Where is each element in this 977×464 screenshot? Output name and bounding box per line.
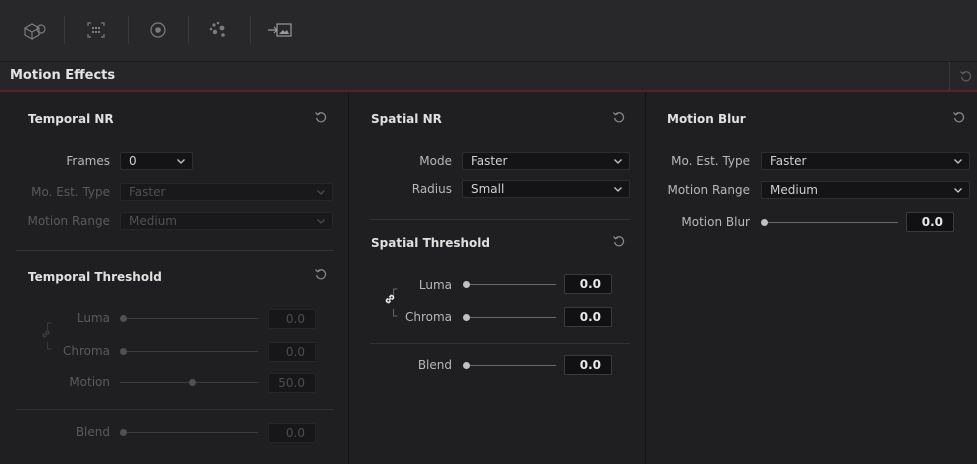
radius-value: Small [471, 182, 505, 196]
chevron-down-icon [614, 187, 622, 192]
frames-dropdown[interactable]: 0 [120, 152, 193, 170]
chevron-down-icon [317, 219, 325, 224]
temporal-motion-range-dropdown[interactable]: Medium [120, 212, 333, 230]
toolbar-separator [250, 16, 251, 44]
motion-blur-reset-icon[interactable] [952, 110, 966, 124]
temporal-blend-value[interactable]: 0.0 [268, 423, 316, 443]
temporal-threshold-reset-icon[interactable] [314, 267, 328, 281]
temporal-threshold-title: Temporal Threshold [28, 270, 162, 284]
spatial-luma-label: Luma [418, 278, 452, 292]
column-divider [645, 92, 646, 464]
temporal-luma-label: Luma [76, 311, 110, 325]
section-header: Motion Effects [0, 62, 977, 92]
mode-label: Mode [419, 154, 452, 168]
spatial-nr-reset-icon[interactable] [612, 110, 626, 124]
motion-blur-slider[interactable] [768, 222, 898, 223]
temporal-chroma-label: Chroma [62, 344, 110, 358]
radius-dropdown[interactable]: Small [462, 180, 630, 198]
radius-label: Radius [411, 182, 452, 196]
chevron-down-icon [317, 190, 325, 195]
spatial-luma-handle[interactable] [463, 281, 470, 288]
reset-icon[interactable] [959, 69, 973, 83]
spatial-blend-handle[interactable] [463, 362, 470, 369]
toolbar-separator [64, 16, 65, 44]
spatial-blend-value[interactable]: 0.0 [564, 355, 612, 375]
temporal-luma-slider[interactable] [127, 318, 258, 319]
temporal-motion-value[interactable]: 50.0 [268, 373, 316, 393]
temporal-mo-est-value: Faster [129, 185, 166, 199]
section-title: Motion Effects [10, 68, 116, 83]
temporal-luma-value[interactable]: 0.0 [268, 309, 316, 329]
frames-value: 0 [129, 154, 137, 168]
header-separator [949, 62, 950, 90]
motion-blur-mo-est-value: Faster [770, 154, 807, 168]
spatial-chroma-label: Chroma [404, 310, 452, 324]
temporal-nr-title: Temporal NR [28, 112, 114, 126]
mode-value: Faster [471, 154, 508, 168]
spatial-chroma-slider[interactable] [470, 317, 556, 318]
3d-motion-icon[interactable] [20, 18, 48, 42]
motion-blur-title: Motion Blur [667, 112, 746, 126]
spatial-blend-label: Blend [417, 358, 452, 372]
temporal-chroma-value[interactable]: 0.0 [268, 342, 316, 362]
divider [16, 250, 334, 251]
temporal-motion-range-value: Medium [129, 214, 177, 228]
spatial-luma-value[interactable]: 0.0 [564, 274, 612, 294]
divider [16, 409, 334, 410]
dots-cluster-icon[interactable] [204, 18, 232, 42]
motion-blur-mo-est-label: Mo. Est. Type [671, 154, 750, 168]
temporal-nr-reset-icon[interactable] [314, 110, 328, 124]
mode-dropdown[interactable]: Faster [462, 152, 630, 170]
temporal-luma-handle[interactable] [120, 315, 127, 322]
spatial-luma-slider[interactable] [470, 284, 556, 285]
motion-blur-handle[interactable] [761, 219, 768, 226]
spatial-blend-slider[interactable] [470, 365, 556, 366]
motion-blur-range-label: Motion Range [667, 183, 750, 197]
temporal-chroma-handle[interactable] [120, 348, 127, 355]
temporal-blend-label: Blend [75, 425, 110, 439]
temporal-mo-est-label: Mo. Est. Type [31, 185, 110, 199]
divider [370, 343, 630, 344]
spatial-threshold-title: Spatial Threshold [371, 236, 490, 250]
link-icon[interactable] [383, 292, 397, 306]
image-export-icon[interactable] [266, 18, 294, 42]
motion-blur-range-value: Medium [770, 183, 818, 197]
temporal-motion-label: Motion [69, 375, 110, 389]
spatial-nr-title: Spatial NR [371, 112, 442, 126]
toolbar [0, 0, 977, 62]
frames-label: Frames [66, 154, 110, 168]
chevron-down-icon [954, 188, 962, 193]
motion-blur-value[interactable]: 0.0 [906, 212, 954, 232]
motion-blur-label: Motion Blur [681, 215, 750, 229]
temporal-motion-range-label: Motion Range [27, 214, 110, 228]
target-icon[interactable] [144, 18, 172, 42]
spatial-chroma-value[interactable]: 0.0 [564, 307, 612, 327]
temporal-blend-slider[interactable] [127, 432, 258, 433]
grid-icon[interactable] [82, 18, 110, 42]
spatial-threshold-reset-icon[interactable] [612, 234, 626, 248]
chevron-down-icon [614, 159, 622, 164]
temporal-motion-handle[interactable] [189, 379, 196, 386]
temporal-mo-est-dropdown[interactable]: Faster [120, 183, 333, 201]
temporal-blend-handle[interactable] [120, 429, 127, 436]
spatial-chroma-handle[interactable] [463, 314, 470, 321]
link-icon[interactable] [40, 328, 52, 340]
toolbar-separator [188, 16, 189, 44]
divider [370, 219, 630, 220]
chevron-down-icon [954, 159, 962, 164]
motion-blur-range-dropdown[interactable]: Medium [761, 181, 970, 199]
motion-blur-mo-est-dropdown[interactable]: Faster [761, 152, 970, 170]
chevron-down-icon [177, 159, 185, 164]
temporal-chroma-slider[interactable] [127, 351, 258, 352]
column-divider [348, 92, 349, 464]
toolbar-separator [128, 16, 129, 44]
